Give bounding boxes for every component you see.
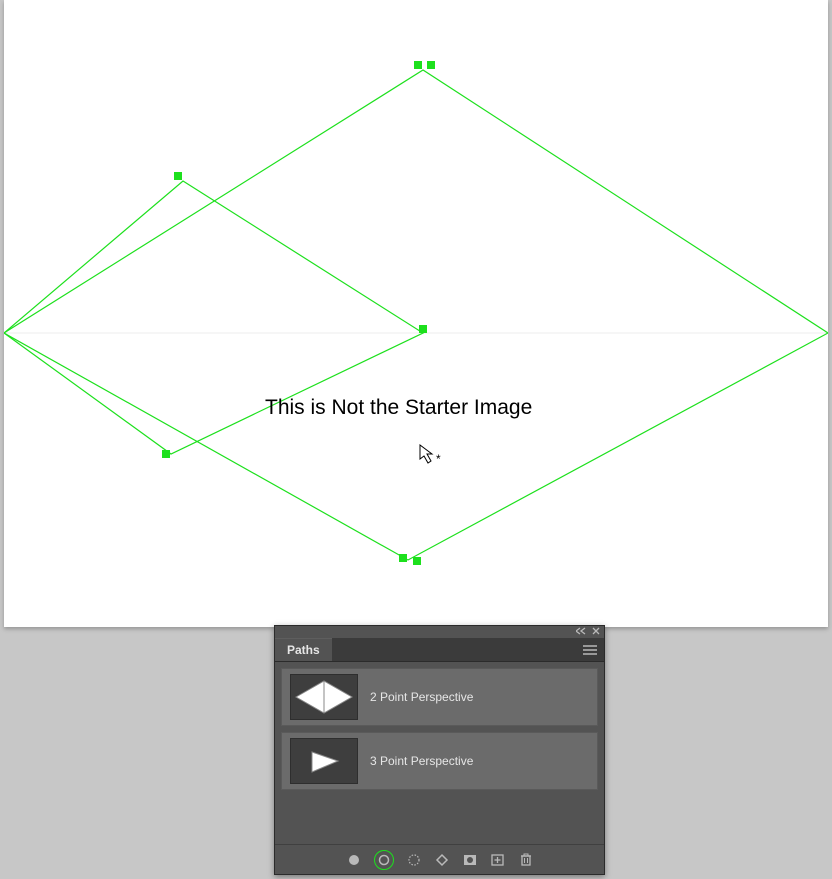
path-row-3-point-perspective[interactable]: 3 Point Perspective — [281, 732, 598, 790]
grid-shape-outer[interactable] — [4, 70, 828, 560]
grid-handle[interactable] — [174, 172, 182, 180]
collapse-panel-icon[interactable] — [576, 627, 586, 638]
grid-handle[interactable] — [413, 557, 421, 565]
grid-handle[interactable] — [427, 61, 435, 69]
delete-path-icon[interactable] — [518, 852, 534, 868]
grid-handle[interactable] — [414, 61, 422, 69]
path-label: 2 Point Perspective — [370, 690, 473, 704]
paths-list: 2 Point Perspective 3 Point Perspective — [275, 662, 604, 844]
path-thumbnail — [290, 674, 358, 720]
canvas-area[interactable]: This is Not the Starter Image * — [4, 0, 828, 627]
panel-tabbar: Paths — [275, 638, 604, 662]
fill-foreground-icon[interactable] — [346, 852, 362, 868]
tab-paths[interactable]: Paths — [275, 638, 332, 661]
grid-handle[interactable] — [162, 450, 170, 458]
panel-menu-icon[interactable] — [580, 638, 600, 662]
load-selection-icon[interactable] — [406, 852, 422, 868]
close-panel-icon[interactable] — [592, 627, 600, 638]
panel-footer — [275, 844, 604, 874]
make-workpath-icon[interactable] — [434, 852, 450, 868]
stroke-path-icon[interactable] — [374, 850, 394, 870]
canvas-overlay-text: This is Not the Starter Image — [265, 396, 532, 420]
path-thumbnail — [290, 738, 358, 784]
path-row-2-point-perspective[interactable]: 2 Point Perspective — [281, 668, 598, 726]
grid-handle[interactable] — [399, 554, 407, 562]
path-label: 3 Point Perspective — [370, 754, 473, 768]
grid-handle[interactable] — [419, 325, 427, 333]
panel-topbar — [275, 626, 604, 638]
paths-panel: Paths 2 Point Perspective — [274, 625, 605, 875]
new-path-icon[interactable] — [490, 852, 506, 868]
add-mask-icon[interactable] — [462, 852, 478, 868]
tab-paths-label: Paths — [287, 643, 320, 657]
perspective-grid-svg — [4, 0, 828, 627]
